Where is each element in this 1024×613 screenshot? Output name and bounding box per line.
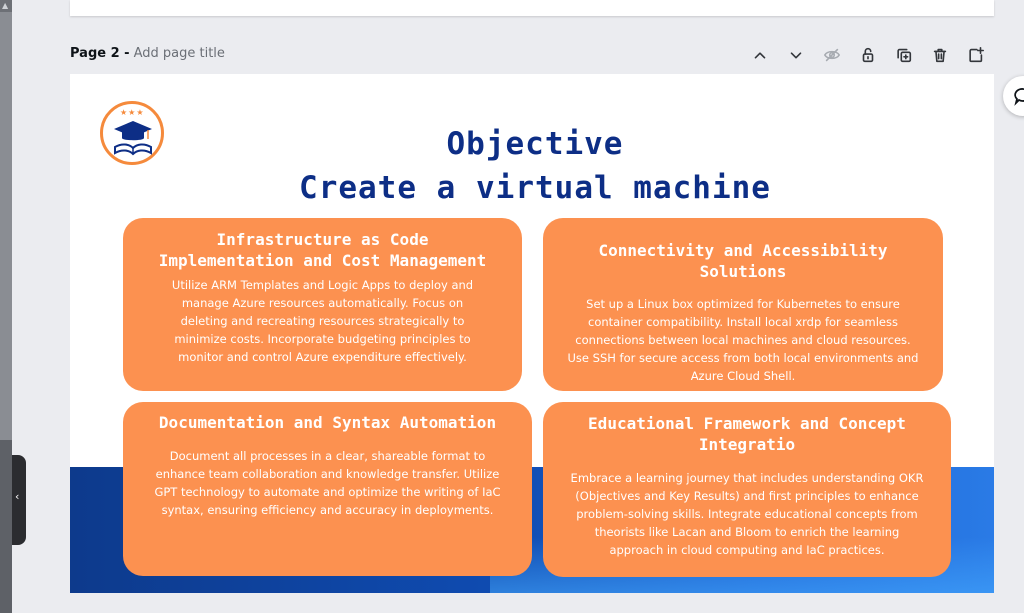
card-educational-framework[interactable]: Educational Framework and Concept Integr… <box>543 402 951 577</box>
chevron-left-icon: ‹ <box>15 490 20 503</box>
add-page-icon <box>969 46 985 63</box>
hide-icon <box>823 48 841 62</box>
delete-icon <box>933 48 947 63</box>
page-number-label: Page 2 - <box>70 46 130 61</box>
card-title: Connectivity and Accessibility Solutions <box>598 241 888 281</box>
stars-icon: ★★★ <box>120 108 145 117</box>
rail-lower-section <box>0 440 12 613</box>
left-editor-rail: ▲ <box>0 0 12 613</box>
hide-page-button[interactable] <box>814 44 850 66</box>
graduation-cap-icon <box>114 121 152 156</box>
card-body: Document all processes in a clear, share… <box>154 449 501 517</box>
duplicate-page-button[interactable] <box>886 44 922 66</box>
move-page-up-button[interactable] <box>742 44 778 66</box>
chevron-down-icon <box>790 52 802 59</box>
card-connectivity[interactable]: Connectivity and Accessibility Solutions… <box>543 218 943 391</box>
slide-heading-subtitle[interactable]: Create a virtual machine <box>170 170 900 206</box>
page-title-input[interactable]: Add page title <box>134 46 225 61</box>
scroll-up-arrow[interactable]: ▲ <box>0 0 12 12</box>
slide-heading-objective[interactable]: Objective <box>170 126 900 162</box>
card-body: Utilize ARM Templates and Logic Apps to … <box>171 278 474 364</box>
card-title: Educational Framework and Concept Integr… <box>588 414 906 454</box>
add-comment-button[interactable] <box>1003 76 1024 116</box>
school-logo[interactable]: ★★★ <box>100 101 164 165</box>
card-body: Embrace a learning journey that includes… <box>570 471 924 557</box>
page-header: Page 2 - Add page title <box>70 46 225 61</box>
card-infrastructure-as-code[interactable]: Infrastructure as Code Implementation an… <box>123 218 522 391</box>
slide-canvas[interactable]: ★★★ Objective Create a virtual machine I… <box>70 74 994 593</box>
card-body: Set up a Linux box optimized for Kuberne… <box>567 297 919 383</box>
lock-icon <box>862 47 874 63</box>
previous-page-bottom <box>70 0 994 16</box>
card-title: Documentation and Syntax Automation <box>158 413 497 432</box>
card-documentation[interactable]: Documentation and Syntax Automation Docu… <box>123 402 532 576</box>
page-toolbar <box>742 44 994 66</box>
lock-page-button[interactable] <box>850 44 886 66</box>
card-title: Infrastructure as Code Implementation an… <box>158 230 487 270</box>
move-page-down-button[interactable] <box>778 44 814 66</box>
add-page-button[interactable] <box>958 44 994 66</box>
duplicate-icon <box>897 48 912 63</box>
collapse-panel-handle[interactable]: ‹ <box>12 455 26 545</box>
chevron-up-icon <box>754 52 766 59</box>
comment-icon <box>1014 88 1024 106</box>
delete-page-button[interactable] <box>922 44 958 66</box>
